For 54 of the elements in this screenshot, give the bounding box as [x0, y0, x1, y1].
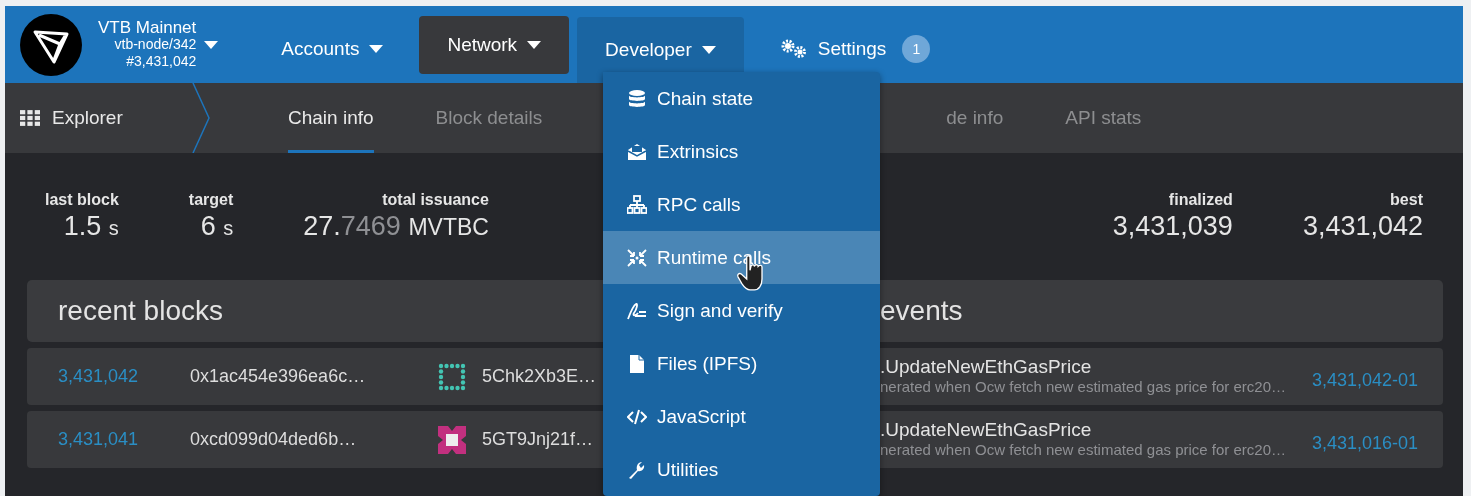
compress-arrows-icon	[627, 247, 647, 268]
tab[interactable]: API stats	[1049, 83, 1158, 153]
network-icon	[627, 194, 647, 215]
stat-label: target	[188, 191, 234, 209]
event-description: nerated when Ocw fetch new estimated gas price for erc20…	[880, 440, 1287, 460]
block-number: #3,431,042	[126, 53, 197, 70]
stat-label: best	[1390, 191, 1423, 209]
event-link[interactable]: 3,431,016-01	[1311, 433, 1418, 454]
menu-item[interactable]: Utilities	[603, 443, 880, 496]
identicon-icon	[438, 362, 466, 391]
block-link[interactable]: 3,431,042	[27, 366, 190, 387]
notification-badge: 1	[902, 34, 931, 63]
stat-value: 27.7469 MVTBC	[303, 211, 489, 242]
chain-name: VTB Mainnet	[98, 19, 197, 36]
event-name: .UpdateNewEthGasPrice	[880, 356, 1093, 377]
stat-label: total issuance	[382, 191, 489, 209]
event-link[interactable]: 3,431,042-01	[1311, 370, 1418, 391]
database-icon	[627, 88, 647, 109]
wrench-icon	[627, 459, 647, 480]
logo-icon[interactable]	[20, 13, 82, 76]
stat-value: 3,431,039	[1112, 211, 1233, 242]
stat-label: last block	[45, 191, 119, 209]
identicon-icon	[438, 425, 466, 454]
caret-icon	[369, 44, 384, 53]
signature-icon	[627, 300, 647, 321]
caret-icon	[527, 40, 542, 49]
block-link[interactable]: 3,431,041	[27, 429, 190, 450]
menu-item[interactable]: JavaScript	[603, 390, 880, 443]
section-title: Explorer	[52, 107, 123, 129]
tab[interactable]: de info	[930, 83, 1020, 153]
caret-icon[interactable]	[204, 40, 219, 49]
menu-item[interactable]: Extrinsics	[603, 125, 880, 178]
tab[interactable]: Chain info	[272, 83, 390, 153]
envelope-icon	[627, 141, 647, 162]
author-address: 5GT9Jnj21f…	[482, 429, 594, 450]
stat-label: finalized	[1168, 191, 1233, 209]
event-description: nerated when Ocw fetch new estimated gas price for erc20…	[880, 377, 1287, 397]
nav-menu-button[interactable]: Network	[419, 15, 570, 74]
menu-item[interactable]: RPC calls	[603, 178, 880, 231]
stat-value: 3,431,042	[1302, 211, 1423, 242]
grid-icon[interactable]	[20, 110, 40, 126]
stat-value: 6 s	[200, 211, 234, 242]
tab[interactable]: Block details	[419, 83, 559, 153]
nav-menu-button[interactable]: Accounts	[253, 19, 412, 78]
menu-item[interactable]: Runtime calls	[603, 231, 880, 284]
node-version: vtb-node/342	[114, 36, 197, 53]
block-hash: 0xcd099d04ded6b…	[190, 429, 358, 450]
event-name: .UpdateNewEthGasPrice	[880, 419, 1093, 440]
file-icon	[627, 353, 647, 374]
gears-icon	[779, 37, 808, 60]
stat-value: 1.5 s	[63, 211, 119, 242]
caret-icon	[701, 46, 716, 54]
author-address: 5Chk2Xb3E…	[482, 366, 597, 387]
block-hash: 0x1ac454e396ea6c…	[190, 366, 367, 387]
